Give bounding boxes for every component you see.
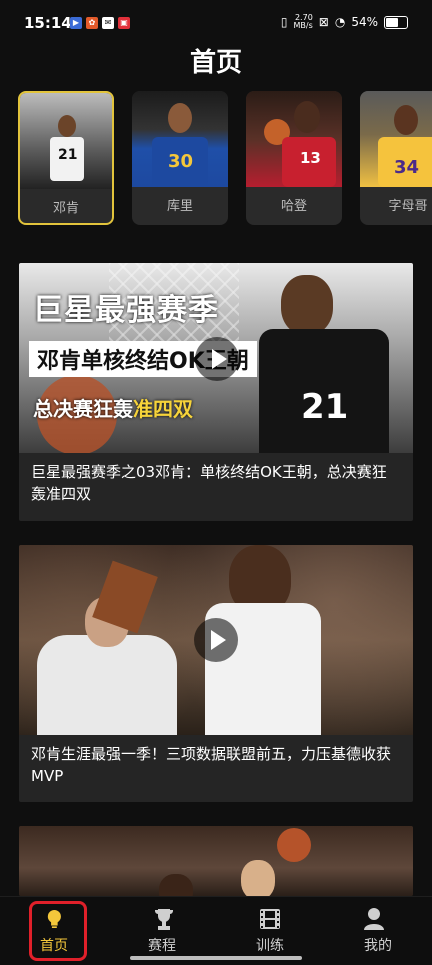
- nav-mine-label: 我的: [364, 938, 392, 954]
- bottom-nav: 首页 赛程 训练 我的: [0, 896, 432, 965]
- player-photo: 34: [360, 91, 432, 187]
- promo-line-3b: 准四双: [133, 397, 193, 421]
- player-name: 库里: [166, 199, 193, 214]
- status-right: ▯ 2.70 MB/s ⊠ ◔ 54%: [281, 14, 408, 30]
- no-sim-icon: ⊠: [318, 15, 329, 29]
- player-head: [241, 860, 275, 896]
- nav-home[interactable]: 首页: [0, 897, 108, 965]
- net-speed: 2.70 MB/s: [294, 14, 313, 30]
- video-title[interactable]: 巨星最强赛季之03邓肯：单核终结OK王朝，总决赛狂轰准四双: [31, 461, 401, 505]
- page-title: 首页: [189, 48, 242, 78]
- play-icon[interactable]: [195, 337, 239, 381]
- status-time: 15:14: [24, 14, 72, 32]
- player-selector: 21 邓肯 30 库里 13 哈登 34 字母哥: [18, 91, 432, 229]
- player-chip-curry[interactable]: 30 库里: [132, 91, 228, 225]
- promo-line-3: 总决赛狂轰准四双: [33, 393, 193, 422]
- promo-line-3a: 总决赛狂轰: [33, 397, 133, 421]
- player-photo: 21: [20, 93, 112, 189]
- trophy-icon: [155, 909, 173, 930]
- net-speed-unit: MB/s: [293, 21, 313, 30]
- player-chip-harden[interactable]: 13 哈登: [246, 91, 342, 225]
- video-card[interactable]: 21 巨星最强赛季 邓肯单核终结OK王朝 总决赛狂轰准四双 巨星最强赛季之03邓…: [19, 263, 413, 521]
- spectator-figure: [37, 635, 177, 735]
- app-notification-icon: ▣: [118, 17, 130, 29]
- app-notification-icon: ▶: [70, 17, 82, 29]
- nav-training[interactable]: 训练: [216, 897, 324, 965]
- player-name: 字母哥: [388, 199, 428, 214]
- basketball-image: [277, 828, 311, 862]
- vibrate-icon: ▯: [280, 15, 288, 29]
- nav-schedule-label: 赛程: [148, 938, 176, 954]
- player-name: 哈登: [280, 199, 307, 214]
- battery-icon: [384, 15, 408, 29]
- nav-schedule[interactable]: 赛程: [108, 897, 216, 965]
- home-indicator[interactable]: [130, 956, 302, 960]
- play-icon[interactable]: [194, 618, 238, 662]
- film-icon: [260, 909, 280, 929]
- nav-mine[interactable]: 我的: [324, 897, 432, 965]
- player-photo: 13: [246, 91, 342, 187]
- mail-icon: ✉: [102, 17, 114, 29]
- status-bar: 15:14 ▶ ✿ ✉ ▣ ▯ 2.70 MB/s ⊠ ◔ 54%: [0, 0, 432, 48]
- video-card[interactable]: 邓肯生涯最强一季！三项数据联盟前五，力压基德收获MVP: [19, 545, 413, 802]
- player-chip-duncan[interactable]: 21 邓肯: [18, 91, 114, 225]
- video-thumbnail[interactable]: [19, 826, 413, 896]
- lightbulb-icon: [47, 910, 61, 928]
- user-icon: [364, 908, 384, 930]
- player-chip-giannis[interactable]: 34 字母哥: [360, 91, 432, 225]
- notification-icons: ▶ ✿ ✉ ▣: [70, 17, 130, 29]
- player-figure: [281, 275, 333, 335]
- jersey-number: 21: [301, 387, 349, 427]
- nav-home-label: 首页: [40, 938, 68, 954]
- video-thumbnail[interactable]: [19, 545, 413, 735]
- battery-percent: 54%: [351, 15, 378, 29]
- video-thumbnail[interactable]: 21 巨星最强赛季 邓肯单核终结OK王朝 总决赛狂轰准四双: [19, 263, 413, 453]
- wifi-icon: ◔: [334, 15, 346, 29]
- nav-training-label: 训练: [256, 938, 284, 954]
- player-head: [159, 874, 193, 896]
- player-photo: 30: [132, 91, 228, 187]
- app-notification-icon: ✿: [86, 17, 98, 29]
- player-name: 邓肯: [52, 201, 79, 216]
- video-title[interactable]: 邓肯生涯最强一季！三项数据联盟前五，力压基德收获MVP: [31, 743, 401, 787]
- video-card[interactable]: [19, 826, 413, 896]
- promo-line-1: 巨星最强赛季: [33, 293, 219, 328]
